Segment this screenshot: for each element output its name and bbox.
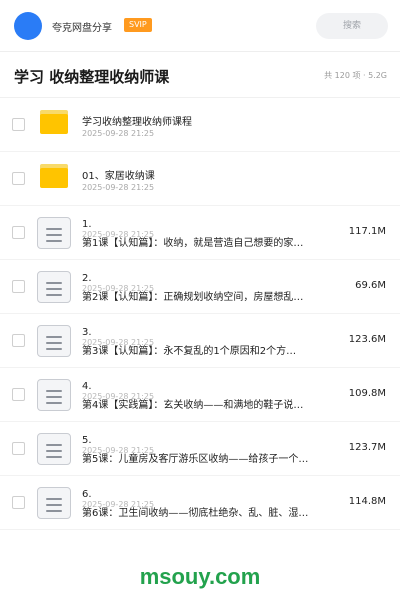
row-checkbox[interactable] xyxy=(12,172,25,185)
row-checkbox[interactable] xyxy=(12,118,25,131)
watermark: msouy.com xyxy=(139,564,261,589)
file-size: 117.1M xyxy=(348,226,386,237)
file-name: 第1课【认知篇】：收纳，就是营造自己想要的家… xyxy=(82,238,304,249)
file-row[interactable]: 2025-09-28 21:25 5. 第5课：儿童房及客厅游乐区收纳——给孩子… xyxy=(0,422,400,476)
file-name: 第3课【认知篇】：永不复乱的1个原因和2个方… xyxy=(82,346,297,357)
file-name: 第5课：儿童房及客厅游乐区收纳——给孩子一个… xyxy=(82,454,309,465)
file-number: 3. xyxy=(82,327,92,338)
app-name: 夸克网盘分享 xyxy=(52,23,112,34)
file-number: 6. xyxy=(82,489,92,500)
file-row[interactable]: 2025-09-28 21:25 2. 第2课【认知篇】：正确规划收纳空间，房屋… xyxy=(0,260,400,314)
file-number: 4. xyxy=(82,381,92,392)
file-number: 1. xyxy=(82,219,92,230)
file-row[interactable]: 2025-09-28 21:25 6. 第6课：卫生间收纳——彻底杜绝杂、乱、脏… xyxy=(0,476,400,530)
document-icon xyxy=(37,325,71,357)
document-icon xyxy=(37,433,71,465)
row-checkbox[interactable] xyxy=(12,226,25,239)
row-checkbox[interactable] xyxy=(12,496,25,509)
search-input[interactable]: 搜索 xyxy=(316,13,388,39)
folder-date: 2025-09-28 21:25 xyxy=(82,183,155,192)
document-icon xyxy=(37,217,71,249)
document-icon xyxy=(37,379,71,411)
svip-badge: SVIP xyxy=(124,18,152,32)
file-size: 69.6M xyxy=(355,280,386,291)
file-size: 114.8M xyxy=(348,496,386,507)
file-number: 5. xyxy=(82,435,92,446)
file-size: 109.8M xyxy=(348,388,386,399)
file-size: 123.7M xyxy=(348,442,386,453)
row-checkbox[interactable] xyxy=(12,388,25,401)
folder-icon xyxy=(40,164,68,188)
top-bar: 夸克网盘分享 SVIP 搜索 xyxy=(0,0,400,52)
row-checkbox[interactable] xyxy=(12,334,25,347)
folder-name: 学习收纳整理收纳师课程 xyxy=(82,117,192,128)
folder-summary: 共 120 项 · 5.2G xyxy=(324,71,387,80)
file-number: 2. xyxy=(82,273,92,284)
folder-icon xyxy=(40,110,68,134)
folder-name: 01、家居收纳课 xyxy=(82,171,155,182)
file-row[interactable]: 2025-09-28 21:25 4. 第4课【实践篇】：玄关收纳——和满地的鞋… xyxy=(0,368,400,422)
page-title: 学习 收纳整理收纳师课 xyxy=(14,68,170,86)
file-size: 123.6M xyxy=(348,334,386,345)
file-row[interactable]: 2025-09-28 21:25 3. 第3课【认知篇】：永不复乱的1个原因和2… xyxy=(0,314,400,368)
avatar[interactable] xyxy=(14,12,42,40)
document-icon xyxy=(37,487,71,519)
folder-row[interactable]: 01、家居收纳课 2025-09-28 21:25 xyxy=(0,152,400,206)
row-checkbox[interactable] xyxy=(12,280,25,293)
file-name: 第6课：卫生间收纳——彻底杜绝杂、乱、脏、湿… xyxy=(82,508,309,519)
file-list: 学习收纳整理收纳师课程 2025-09-28 21:25 01、家居收纳课 20… xyxy=(0,98,400,530)
file-name: 第4课【实践篇】：玄关收纳——和满地的鞋子说… xyxy=(82,400,304,411)
file-row[interactable]: 2025-09-28 21:25 1. 第1课【认知篇】：收纳，就是营造自己想要… xyxy=(0,206,400,260)
row-checkbox[interactable] xyxy=(12,442,25,455)
document-icon xyxy=(37,271,71,303)
folder-row[interactable]: 学习收纳整理收纳师课程 2025-09-28 21:25 xyxy=(0,98,400,152)
folder-date: 2025-09-28 21:25 xyxy=(82,129,155,138)
file-name: 第2课【认知篇】：正确规划收纳空间，房屋想乱… xyxy=(82,292,304,303)
folder-header: 学习 收纳整理收纳师课 共 120 项 · 5.2G xyxy=(0,52,400,98)
